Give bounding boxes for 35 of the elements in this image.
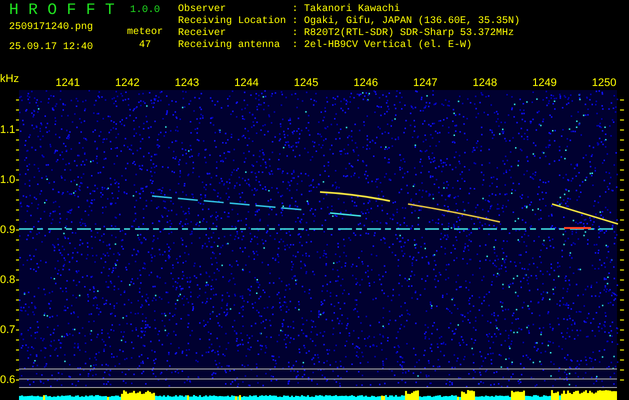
info-separator: :	[292, 28, 300, 40]
timestamp: 25.09.17 12:40	[9, 41, 94, 54]
time-label: 1248	[472, 76, 498, 90]
info-value: Takanori Kawachi	[304, 4, 400, 16]
time-label: 1249	[532, 76, 557, 90]
time-label: 1241	[56, 76, 80, 90]
meteor-count: 47	[138, 39, 151, 52]
info-separator: :	[292, 16, 300, 28]
frequency-label: 1.1	[0, 124, 16, 136]
time-label: 1247	[413, 76, 438, 90]
time-label: 1244	[234, 76, 259, 90]
frequency-label: 1.0	[0, 174, 16, 186]
info-label: Observer	[178, 4, 228, 16]
frequency-label: 0.6	[0, 374, 16, 386]
info-label: Receiving Location	[178, 16, 288, 28]
version-label: 1.0.0	[130, 4, 160, 17]
info-label: Receiver	[178, 28, 228, 40]
time-label: 1250	[592, 76, 616, 90]
info-value: 2el-HB9CV Vertical (el. E-W)	[304, 40, 472, 52]
time-label: 1246	[353, 76, 378, 90]
meteor-label: meteor	[126, 26, 163, 39]
info-separator: :	[292, 40, 300, 52]
info-label: Receiving antenna	[178, 40, 282, 52]
info-value: Ogaki, Gifu, JAPAN (136.60E, 35.35N)	[304, 16, 520, 28]
info-value: R820T2(RTL-SDR) SDR-Sharp 53.372MHz	[304, 28, 514, 40]
file-name: 2509171240.png	[9, 21, 94, 34]
info-separator: :	[292, 4, 300, 16]
frequency-label: 0.8	[0, 274, 16, 286]
app-logo: H R O F F T	[9, 0, 116, 20]
frequency-label: 0.9	[0, 224, 16, 236]
time-label: 1243	[174, 76, 200, 90]
frequency-label: 0.7	[0, 324, 16, 336]
time-label: 1245	[294, 76, 318, 90]
time-label: 1242	[115, 76, 140, 90]
unit-label: kHz	[0, 72, 19, 86]
